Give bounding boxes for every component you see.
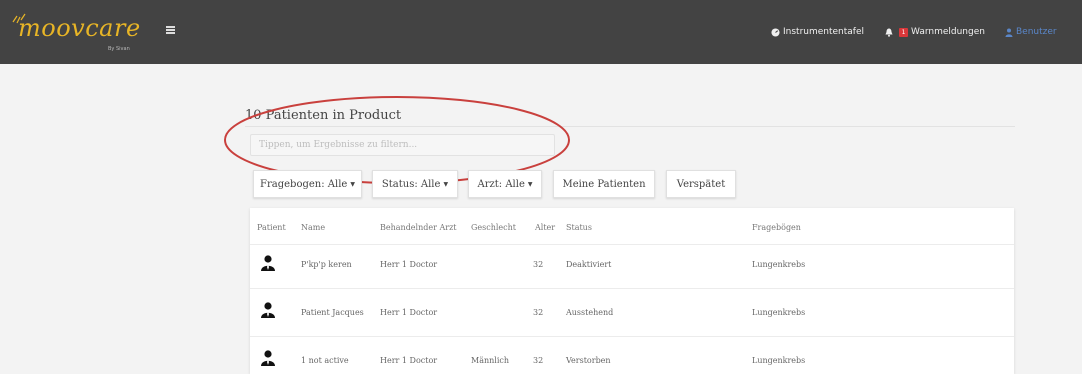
logo-subtitle: By Sivan bbox=[108, 46, 130, 52]
patient-questionnaire: Lungenkrebs bbox=[752, 260, 806, 269]
patient-doctor: Herr 1 Doctor bbox=[380, 356, 438, 365]
patient-status: Ausstehend bbox=[566, 308, 614, 317]
questionnaire-filter-dropdown[interactable]: Fragebogen: Alle ▼ bbox=[253, 170, 362, 198]
row-divider bbox=[250, 244, 1014, 245]
my-patients-button[interactable]: Meine Patienten bbox=[553, 170, 655, 198]
patient-age: 32 bbox=[533, 356, 544, 365]
nav-user-label: Benutzer bbox=[1016, 27, 1057, 37]
late-label: Verspätet bbox=[676, 178, 726, 190]
patient-name[interactable]: Patient Jacques bbox=[301, 308, 364, 317]
column-header-patient[interactable]: Patient bbox=[257, 223, 286, 232]
nav-alerts-label: Warnmeldungen bbox=[911, 27, 985, 37]
bell-icon bbox=[885, 28, 893, 37]
caret-down-icon: ▼ bbox=[527, 180, 533, 188]
nav-user[interactable]: Benutzer bbox=[1005, 27, 1057, 37]
row-divider bbox=[250, 336, 1014, 337]
dashboard-icon bbox=[771, 27, 780, 37]
patient-age: 32 bbox=[533, 308, 544, 317]
app-logo[interactable]: moovcare bbox=[18, 14, 141, 42]
status-filter-label: Status: Alle bbox=[381, 178, 441, 190]
doctor-filter-label: Arzt: Alle bbox=[477, 178, 525, 190]
patients-table: Patient Name Behandelnder Arzt Geschlech… bbox=[250, 208, 1014, 374]
column-header-age[interactable]: Alter bbox=[535, 223, 555, 232]
status-filter-dropdown[interactable]: Status: Alle ▼ bbox=[372, 170, 458, 198]
patient-questionnaire: Lungenkrebs bbox=[752, 356, 806, 365]
nav-dashboard[interactable]: Instrumententafel bbox=[771, 27, 864, 37]
patient-age: 32 bbox=[533, 260, 544, 269]
column-header-doctor[interactable]: Behandelnder Arzt bbox=[380, 223, 457, 232]
patient-avatar-icon bbox=[261, 255, 275, 271]
questionnaire-filter-label: Fragebogen: Alle bbox=[260, 178, 348, 190]
patient-avatar-icon bbox=[261, 302, 275, 318]
column-header-name[interactable]: Name bbox=[301, 223, 325, 232]
column-header-gender[interactable]: Geschlecht bbox=[471, 223, 516, 232]
nav-dashboard-label: Instrumententafel bbox=[783, 27, 865, 37]
top-navbar: moovcare By Sivan Instrumententafel 1 Wa… bbox=[0, 0, 1082, 64]
patient-status: Deaktiviert bbox=[566, 260, 612, 269]
caret-down-icon: ▼ bbox=[350, 180, 355, 188]
column-header-status[interactable]: Status bbox=[566, 223, 592, 232]
late-button[interactable]: Verspätet bbox=[666, 170, 736, 198]
nav-alerts[interactable]: 1 Warnmeldungen bbox=[885, 27, 985, 37]
menu-toggle-icon[interactable] bbox=[166, 26, 175, 34]
patient-name[interactable]: 1 not active bbox=[301, 356, 349, 365]
user-icon bbox=[1005, 28, 1013, 37]
column-header-questionnaires[interactable]: Fragebögen bbox=[752, 223, 801, 232]
my-patients-label: Meine Patienten bbox=[562, 178, 646, 190]
patient-gender: Männlich bbox=[471, 356, 510, 365]
patient-name[interactable]: P'kp'p keren bbox=[301, 260, 352, 269]
doctor-filter-dropdown[interactable]: Arzt: Alle ▼ bbox=[468, 170, 542, 198]
patient-status: Verstorben bbox=[566, 356, 611, 365]
caret-down-icon: ▼ bbox=[443, 180, 449, 188]
patient-avatar-icon bbox=[261, 350, 275, 366]
patient-doctor: Herr 1 Doctor bbox=[380, 260, 438, 269]
patient-doctor: Herr 1 Doctor bbox=[380, 308, 438, 317]
alerts-count-badge: 1 bbox=[899, 27, 908, 37]
patient-questionnaire: Lungenkrebs bbox=[752, 308, 806, 317]
row-divider bbox=[250, 288, 1014, 289]
